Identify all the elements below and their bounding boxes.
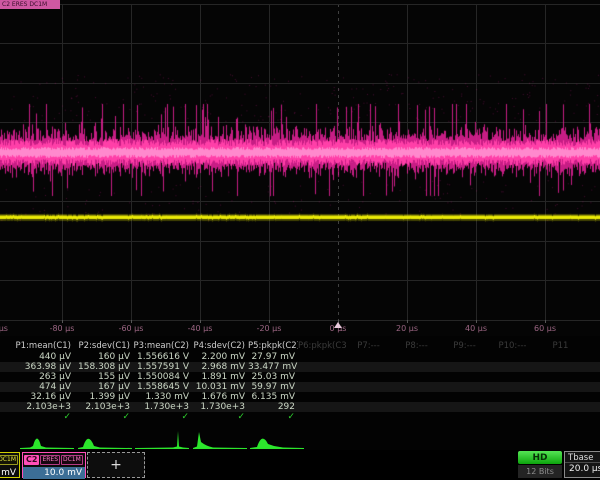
add-trace-button[interactable]: + — [87, 452, 145, 478]
time-axis-label: 40 µs — [465, 324, 487, 333]
histicon-p5[interactable] — [250, 429, 305, 449]
hd-bits-label: 12 Bits — [518, 465, 562, 478]
c1-coupling-badge: DC1M — [0, 455, 18, 465]
measure-param-header-inactive[interactable]: P7:--- — [346, 341, 394, 351]
measure-value: 1.550084 V — [133, 372, 192, 382]
measure-status-check: ✓ — [248, 412, 298, 422]
measure-value: 1.730e+3 — [133, 402, 192, 412]
c2-coupling-badge: DC1M — [61, 455, 83, 465]
descriptor-bar: DC1M 10.0 mV C2 ERES DC1M 10.0 mV + HD 1… — [0, 450, 600, 480]
timebase-descriptor[interactable]: Tbase 20.0 µs — [564, 451, 600, 478]
measure-value: 474 µV — [0, 382, 74, 392]
histicon-p1[interactable] — [20, 429, 75, 449]
measure-param-header-inactive[interactable]: P11 — [538, 341, 586, 351]
measure-value: 1.399 µV — [74, 392, 133, 402]
measure-value: 167 µV — [74, 382, 133, 392]
time-axis-label: 20 µs — [396, 324, 418, 333]
measure-status-check: ✓ — [192, 412, 248, 422]
measure-value: 1.557591 V — [133, 362, 192, 372]
measure-value: 263 µV — [0, 372, 74, 382]
channel-c1-descriptor[interactable]: DC1M 10.0 mV — [0, 452, 20, 478]
measure-value: 1.556616 V — [133, 352, 192, 362]
measure-value: 1.891 mV — [192, 372, 248, 382]
measure-value: 10.031 mV — [192, 382, 248, 392]
waveform-canvas[interactable] — [0, 0, 600, 336]
measure-value: 6.135 mV — [248, 392, 298, 402]
measure-status-check: ✓ — [0, 412, 74, 422]
measure-value: 2.103e+3 — [0, 402, 74, 412]
measure-param-header-inactive[interactable]: P8:--- — [394, 341, 442, 351]
measure-value: 363.98 µV — [0, 362, 74, 372]
measure-value: 1.330 mV — [133, 392, 192, 402]
measure-param-header[interactable]: P3:mean(C2) — [133, 341, 192, 351]
measure-value: 2.968 mV — [192, 362, 248, 372]
measure-value: 292 — [248, 402, 298, 412]
axis-tick — [62, 320, 63, 323]
trace-annotation-badge: C2 ERES DC1M — [0, 0, 60, 9]
axis-tick — [200, 320, 201, 323]
measure-value: 158.308 µV — [74, 362, 133, 372]
c2-eres-badge: ERES — [40, 455, 60, 465]
measure-param-header[interactable]: P2:sdev(C1) — [74, 341, 133, 351]
axis-tick — [545, 320, 546, 323]
trigger-position-marker — [334, 322, 342, 328]
histicon-p4[interactable] — [193, 429, 248, 449]
time-axis-label: -40 µs — [188, 324, 213, 333]
timebase-title: Tbase — [565, 452, 600, 463]
measure-param-header[interactable]: P4:sdev(C2) — [192, 341, 248, 351]
channel-c2-descriptor[interactable]: C2 ERES DC1M 10.0 mV — [22, 452, 86, 478]
axis-tick — [269, 320, 270, 323]
time-axis: -100 µs-80 µs-60 µs-40 µs-20 µs0 µs20 µs… — [0, 320, 600, 338]
measure-param-header[interactable]: P1:mean(C1) — [0, 341, 74, 351]
measure-value: 27.97 mV — [248, 352, 298, 362]
measure-value: 1.558645 V — [133, 382, 192, 392]
axis-tick — [407, 320, 408, 323]
time-axis-label: -60 µs — [119, 324, 144, 333]
measure-value: 25.03 mV — [248, 372, 298, 382]
plus-icon: + — [110, 457, 122, 473]
waveform-grid[interactable]: C2 ERES DC1M — [0, 0, 600, 336]
measure-value: 2.103e+3 — [74, 402, 133, 412]
oscilloscope-screen: C2 ERES DC1M -100 µs -80 µs -60 µs -40 µs -2… — [0, 0, 600, 480]
measure-value: 33.477 mV — [248, 362, 298, 372]
c1-scale-value: 10.0 mV — [0, 467, 19, 479]
c2-scale-value: 10.0 mV — [23, 467, 85, 479]
measure-value: 1.730e+3 — [192, 402, 248, 412]
measure-status-check: ✓ — [74, 412, 133, 422]
histicon-p3[interactable] — [135, 429, 190, 449]
measure-value: 440 µV — [0, 352, 74, 362]
measure-param-header-inactive[interactable]: P10:--- — [490, 341, 538, 351]
measure-value: 32.16 µV — [0, 392, 74, 402]
measure-value: 155 µV — [74, 372, 133, 382]
measure-status-check: ✓ — [133, 412, 192, 422]
hd-mode-badge[interactable]: HD — [518, 451, 562, 464]
measure-value: 160 µV — [74, 352, 133, 362]
measure-value: 59.97 mV — [248, 382, 298, 392]
time-axis-label: -100 µs — [0, 324, 8, 333]
histicon-p2[interactable] — [78, 429, 133, 449]
c2-channel-badge: C2 — [24, 455, 39, 465]
measure-param-header-inactive[interactable]: P9:--- — [442, 341, 490, 351]
histicon-row — [0, 428, 600, 450]
timebase-value: 20.0 µs — [565, 463, 600, 474]
measure-param-header-inactive[interactable]: P6:pkpk(C3) — [298, 341, 346, 351]
axis-tick — [131, 320, 132, 323]
time-axis-label: 60 µs — [534, 324, 556, 333]
time-axis-label: -80 µs — [50, 324, 75, 333]
time-axis-label: -20 µs — [257, 324, 282, 333]
measure-value: 1.676 mV — [192, 392, 248, 402]
measure-param-header[interactable]: P5:pkpk(C2) — [248, 341, 298, 351]
measure-table: P1:mean(C1)P2:sdev(C1)P3:mean(C2)P4:sdev… — [0, 340, 600, 428]
axis-tick — [476, 320, 477, 323]
measure-value: 2.200 mV — [192, 352, 248, 362]
